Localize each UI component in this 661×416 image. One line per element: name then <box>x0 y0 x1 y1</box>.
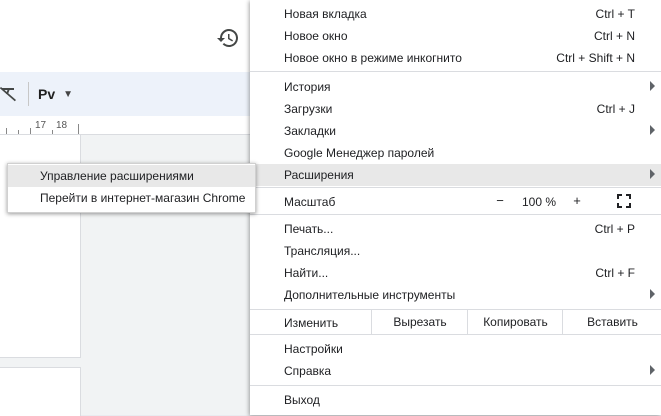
edit-row: Изменить Вырезать Копировать Вставить <box>250 310 661 334</box>
menu-item-incognito[interactable]: Новое окно в режиме инкогнито Ctrl + Shi… <box>250 47 661 69</box>
submenu-item-manage-extensions[interactable]: Управление расширениями <box>8 165 255 187</box>
style-select-label: Рv <box>38 86 56 102</box>
toolbar-divider <box>28 82 29 106</box>
zoom-control: Масштаб − 100 % + <box>250 190 661 212</box>
menu-item-label: Выход <box>284 393 320 407</box>
menu-item-more-tools[interactable]: Дополнительные инструменты <box>250 284 661 306</box>
menu-item-print[interactable]: Печать... Ctrl + P <box>250 218 661 240</box>
menu-item-help[interactable]: Справка <box>250 360 661 382</box>
menu-item-shortcut: Ctrl + F <box>595 266 635 280</box>
chevron-right-icon <box>650 365 655 375</box>
ruler-tick <box>52 130 53 134</box>
ruler-tick <box>18 130 19 134</box>
menu-item-shortcut: Ctrl + Shift + N <box>556 51 635 65</box>
copy-button[interactable]: Копировать <box>467 310 563 334</box>
paragraph-style-select[interactable]: Рv ▼ <box>38 84 73 104</box>
menu-item-label: Новая вкладка <box>284 7 367 21</box>
zoom-in-button[interactable]: + <box>566 191 588 211</box>
menu-item-exit[interactable]: Выход <box>250 389 661 411</box>
menu-item-label: Google Менеджер паролей <box>284 146 435 160</box>
menu-item-extensions[interactable]: Расширения <box>250 164 661 186</box>
menu-item-label: История <box>284 80 331 94</box>
chevron-right-icon <box>650 169 655 179</box>
edit-label: Изменить <box>284 316 339 330</box>
menu-item-shortcut: Ctrl + J <box>596 102 635 116</box>
submenu-item-label: Перейти в интернет-магазин Chrome <box>40 191 246 205</box>
menu-item-label: Новое окно <box>284 29 348 43</box>
menu-item-label: Закладки <box>284 124 336 138</box>
menu-item-bookmarks[interactable]: Закладки <box>250 120 661 142</box>
submenu-item-chrome-web-store[interactable]: Перейти в интернет-магазин Chrome <box>8 187 255 209</box>
menu-separator <box>250 334 661 335</box>
menu-item-password-manager[interactable]: Google Менеджер паролей <box>250 142 661 164</box>
chrome-main-menu: Новая вкладка Ctrl + T Новое окно Ctrl +… <box>250 0 661 415</box>
submenu-item-label: Управление расширениями <box>40 169 194 183</box>
zoom-label: Масштаб <box>284 195 336 209</box>
menu-separator <box>250 214 661 215</box>
chevron-right-icon <box>650 125 655 135</box>
ruler-tick <box>6 128 7 134</box>
clear-formatting-icon[interactable] <box>0 84 20 104</box>
menu-item-label: Расширения <box>284 168 354 182</box>
fullscreen-icon[interactable] <box>616 193 632 209</box>
menu-item-find[interactable]: Найти... Ctrl + F <box>250 262 661 284</box>
paste-button[interactable]: Вставить <box>562 310 661 334</box>
menu-item-label: Новое окно в режиме инкогнито <box>284 51 462 65</box>
menu-item-shortcut: Ctrl + N <box>593 29 635 43</box>
chevron-down-icon: ▼ <box>63 88 74 100</box>
extensions-submenu: Управление расширениями Перейти в интерн… <box>7 163 256 213</box>
menu-item-cast[interactable]: Трансляция... <box>250 240 661 262</box>
ruler-margin-marker[interactable] <box>78 124 79 134</box>
menu-item-history[interactable]: История <box>250 76 661 98</box>
document-page[interactable] <box>0 367 81 416</box>
menu-item-label: Дополнительные инструменты <box>284 288 456 302</box>
menu-item-label: Печать... <box>284 222 334 236</box>
menu-item-settings[interactable]: Настройки <box>250 338 661 360</box>
menu-separator <box>250 385 661 386</box>
menu-item-shortcut: Ctrl + T <box>595 7 635 21</box>
ruler-number: 18 <box>56 120 68 131</box>
chevron-right-icon <box>650 289 655 299</box>
menu-item-label: Настройки <box>284 342 343 356</box>
history-icon[interactable] <box>216 26 240 50</box>
menu-item-label: Найти... <box>284 266 329 280</box>
ruler-number: 17 <box>35 120 47 131</box>
cut-button[interactable]: Вырезать <box>371 310 468 334</box>
ruler-tick <box>30 128 31 134</box>
menu-separator <box>250 71 661 72</box>
menu-item-new-window[interactable]: Новое окно Ctrl + N <box>250 25 661 47</box>
menu-item-label: Трансляция... <box>284 244 361 258</box>
chevron-right-icon <box>650 81 655 91</box>
menu-item-shortcut: Ctrl + P <box>594 222 635 236</box>
menu-item-label: Загрузки <box>284 102 333 116</box>
menu-item-downloads[interactable]: Загрузки Ctrl + J <box>250 98 661 120</box>
menu-item-new-tab[interactable]: Новая вкладка Ctrl + T <box>250 3 661 25</box>
zoom-out-button[interactable]: − <box>488 191 512 211</box>
menu-separator <box>250 187 661 188</box>
menu-item-label: Справка <box>284 364 332 378</box>
zoom-level: 100 % <box>521 195 557 209</box>
